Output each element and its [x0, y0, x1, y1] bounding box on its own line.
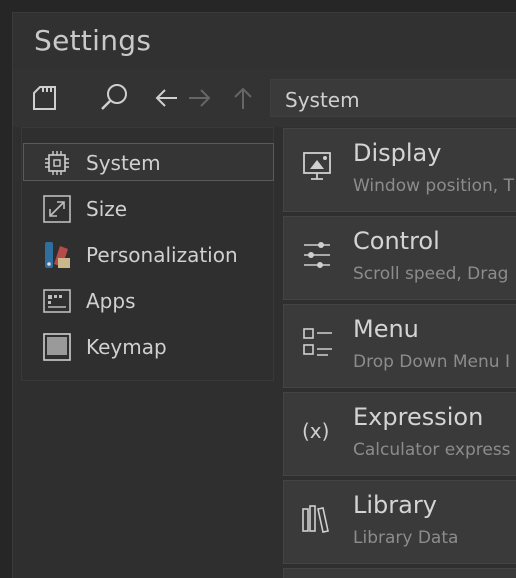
svg-text:(x): (x)	[302, 419, 329, 443]
sidebar-item-apps[interactable]: Apps	[23, 281, 273, 321]
sidebar-item-label: Keymap	[86, 335, 167, 359]
palette-icon	[42, 240, 72, 270]
card-menu[interactable]: Menu Drop Down Menu I	[283, 304, 516, 388]
up-arrow-icon[interactable]	[226, 81, 260, 115]
card-subtitle: Window position, T	[353, 176, 514, 196]
card-subtitle: Calculator express	[353, 440, 511, 460]
keymap-icon	[42, 332, 72, 362]
title-bar: Settings	[13, 13, 516, 69]
expression-icon: (x)	[300, 413, 336, 449]
card-subtitle: Drop Down Menu I	[353, 352, 510, 372]
sidebar-item-size[interactable]: Size	[23, 189, 273, 229]
sidebar-item-label: Apps	[86, 289, 136, 313]
apps-icon	[42, 286, 72, 316]
window-title: Settings	[34, 24, 152, 57]
card-display[interactable]: Display Window position, T	[283, 128, 516, 212]
path-field[interactable]: System	[270, 79, 516, 117]
sidebar-item-label: Personalization	[86, 243, 238, 267]
back-arrow-icon[interactable]	[149, 81, 183, 115]
sidebar-item-label: System	[86, 151, 161, 175]
sidebar-item-personalization[interactable]: Personalization	[23, 235, 273, 275]
search-icon[interactable]	[97, 81, 131, 115]
settings-cards: Display Window position, T Control Scrol…	[283, 127, 516, 578]
card-subtitle: Library Data	[353, 528, 459, 548]
card-title: Menu	[353, 315, 419, 343]
sliders-icon	[300, 237, 336, 273]
display-icon	[300, 149, 336, 185]
sd-card-icon[interactable]	[27, 81, 61, 115]
settings-window: Settings System System Size Personalizat…	[12, 12, 516, 578]
toolbar: System	[13, 69, 516, 127]
card-control[interactable]: Control Scroll speed, Drag	[283, 216, 516, 300]
sidebar: System Size Personalization Apps Keymap	[21, 127, 274, 381]
path-text: System	[285, 88, 360, 112]
card-expression[interactable]: (x) Expression Calculator express	[283, 392, 516, 476]
card-library[interactable]: Library Library Data	[283, 480, 516, 564]
card-title: Library	[353, 491, 437, 519]
sidebar-item-label: Size	[86, 197, 128, 221]
forward-arrow-icon[interactable]	[183, 81, 217, 115]
card-title: Control	[353, 227, 440, 255]
card-subtitle: Scroll speed, Drag	[353, 264, 509, 284]
sidebar-item-keymap[interactable]: Keymap	[23, 327, 273, 367]
card-title: Display	[353, 139, 442, 167]
chip-icon	[42, 148, 72, 178]
menu-icon	[300, 325, 336, 361]
library-icon	[300, 501, 336, 537]
sidebar-item-system[interactable]: System	[23, 143, 274, 183]
card-title: Expression	[353, 403, 484, 431]
resize-icon	[42, 194, 72, 224]
